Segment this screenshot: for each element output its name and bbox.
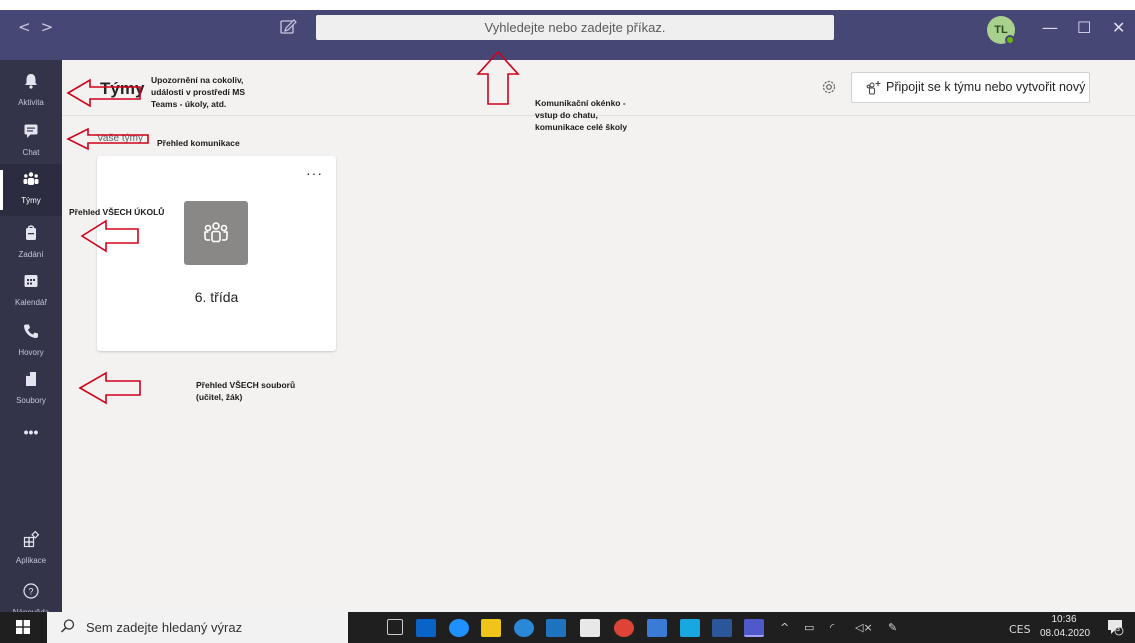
rail-item-files[interactable]: Soubory [0, 364, 62, 416]
outlook-icon[interactable] [416, 619, 436, 637]
rail-item-calendar[interactable]: Kalendář [0, 266, 62, 318]
teams-taskbar-icon[interactable] [744, 619, 764, 637]
rail-label: Soubory [16, 396, 46, 405]
app-icon[interactable] [647, 619, 667, 637]
annotation-assignments: Přehled VŠECH ÚKOLŮ [69, 207, 165, 217]
chrome-icon[interactable] [614, 619, 634, 637]
annotation-chat: Přehled komunikace [157, 138, 240, 148]
battery-icon[interactable]: ▭ [804, 621, 814, 634]
rail-item-calls[interactable]: Hovory [0, 316, 62, 368]
windows-start-icon[interactable] [16, 620, 30, 634]
clock-time: 10:36 [1051, 614, 1077, 625]
rail-item-activity[interactable]: Aktivita [0, 66, 62, 118]
rail-item-more[interactable]: ••• [0, 418, 62, 470]
maximize-button[interactable]: ☐ [1077, 20, 1091, 36]
team-icon [204, 222, 228, 243]
teams-icon [23, 172, 39, 185]
clock[interactable]: 10:36 08.04.2020 [1040, 613, 1091, 641]
taskbar-search-placeholder: Sem zadejte hledaný výraz [86, 620, 243, 635]
rail-item-chat[interactable]: Chat [0, 116, 62, 168]
files-icon [26, 372, 36, 386]
phone-icon [24, 324, 38, 338]
rail-label: Aktivita [18, 98, 44, 107]
search-input[interactable]: Vyhledejte nebo zadejte příkaz. [316, 15, 834, 40]
compose-icon[interactable] [279, 17, 297, 35]
gear-icon[interactable] [820, 78, 838, 96]
app-icon[interactable] [546, 619, 566, 637]
team-avatar [184, 201, 248, 265]
minimize-button[interactable]: — [1042, 20, 1058, 36]
tray-chevron-icon[interactable]: ^ [780, 621, 789, 634]
internet-explorer-icon[interactable] [514, 619, 534, 637]
annotation-activity: Upozornění na cokoliv, události v prostř… [151, 75, 245, 109]
notifications-icon[interactable] [1106, 618, 1124, 636]
pen-icon[interactable]: ✎ [888, 621, 897, 634]
task-view-icon[interactable] [387, 619, 403, 635]
back-button[interactable]: < [18, 18, 41, 36]
notifications-count: 3 [1116, 626, 1120, 633]
top-strip [0, 0, 1135, 10]
app-icon[interactable] [680, 619, 700, 637]
word-icon[interactable] [712, 619, 732, 637]
rail-label: Hovory [18, 348, 44, 357]
apps-icon [23, 530, 40, 548]
add-people-icon [866, 81, 881, 95]
rail-label: Zadání [18, 250, 44, 259]
rail-label: Chat [22, 148, 40, 157]
annotation-search: Komunikační okénko - vstup do chatu, kom… [535, 98, 628, 132]
page-title: Týmy [100, 79, 145, 98]
rail-item-assignments[interactable]: Zadání [0, 218, 62, 270]
chat-icon [24, 124, 38, 138]
edge-icon[interactable] [449, 619, 469, 637]
calendar-icon [24, 275, 38, 287]
annotation-files: Přehled VŠECH souborů (učitel, žák) [196, 380, 296, 402]
team-name[interactable]: 6. třída [97, 289, 336, 305]
help-icon: ? [23, 583, 39, 599]
rail-item-teams[interactable]: Týmy [0, 164, 62, 216]
assignments-icon [26, 225, 36, 240]
store-icon[interactable] [580, 619, 600, 637]
clock-date: 08.04.2020 [1040, 628, 1091, 639]
wifi-icon[interactable]: ◜ [830, 621, 834, 634]
svg-text:?: ? [28, 587, 33, 597]
file-explorer-icon[interactable] [481, 619, 501, 637]
your-teams-label: Vaše týmy [97, 133, 143, 144]
volume-icon[interactable]: ◁× [855, 621, 873, 634]
more-icon: ••• [23, 424, 39, 440]
rail-item-apps[interactable]: Aplikace [0, 524, 62, 576]
close-button[interactable]: ✕ [1112, 20, 1125, 36]
rail-label: Týmy [21, 196, 41, 205]
join-or-create-team-button[interactable]: Připojit se k týmu nebo vytvořit nový [851, 72, 1090, 103]
rail-label: Kalendář [14, 298, 48, 307]
presence-status-icon [1005, 35, 1015, 45]
search-icon [60, 619, 75, 633]
forward-button[interactable]: > [41, 18, 64, 36]
more-options-icon[interactable]: ··· [306, 165, 323, 181]
bell-icon [25, 74, 37, 89]
rail-label: Aplikace [15, 556, 47, 565]
language-indicator[interactable]: CES [1009, 623, 1031, 636]
nav-buttons: <> [18, 18, 63, 36]
